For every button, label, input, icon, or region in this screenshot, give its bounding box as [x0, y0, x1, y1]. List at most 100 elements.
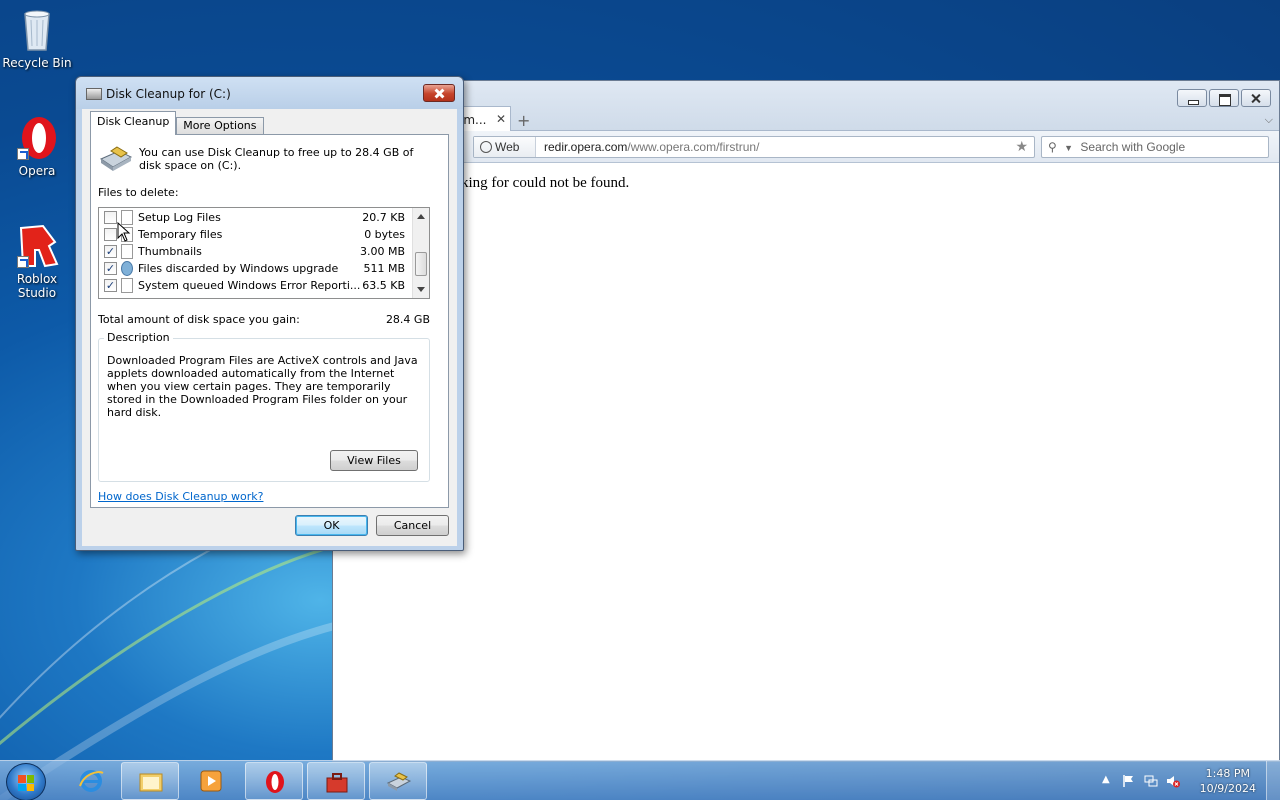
taskbar-item-disk-cleanup[interactable] — [369, 762, 427, 800]
total-space-label: Total amount of disk space you gain: — [98, 313, 300, 326]
web-badge-label: Web — [495, 140, 520, 154]
desktop-icon-recycle-bin[interactable]: Recycle Bin — [1, 6, 73, 70]
file-checkbox[interactable]: ✓ — [104, 245, 117, 258]
file-checkbox[interactable]: ✓ — [104, 279, 117, 292]
bookmark-star-icon[interactable]: ★ — [1015, 138, 1028, 155]
search-field[interactable]: ⚲ ▼ Search with Google — [1041, 136, 1269, 158]
web-badge[interactable]: Web — [474, 137, 536, 157]
shortcut-arrow-icon — [17, 256, 29, 268]
system-clock[interactable]: 1:48 PM 10/9/2024 — [1200, 766, 1256, 796]
roblox-studio-icon — [13, 222, 61, 270]
dialog-body: Disk Cleanup More Options You can use Di… — [82, 109, 457, 546]
desktop-icon-roblox-studio[interactable]: Roblox Studio — [1, 222, 73, 300]
file-name: Temporary files — [138, 228, 223, 241]
taskbar-item-media-player[interactable] — [182, 762, 240, 800]
media-player-icon — [200, 770, 222, 792]
file-name: Setup Log Files — [138, 211, 221, 224]
file-name: System queued Windows Error Reporti... — [138, 279, 361, 292]
tab-close-icon[interactable]: ✕ — [496, 112, 506, 126]
file-row[interactable]: ✓ Files discarded by Windows upgrade 511… — [99, 260, 413, 277]
clock-time: 1:48 PM — [1205, 767, 1250, 780]
url-domain: redir.opera.com — [544, 140, 628, 154]
windows-explorer-icon — [139, 773, 163, 792]
file-icon — [121, 278, 133, 293]
dialog-title: Disk Cleanup for (C:) — [106, 87, 231, 101]
description-legend: Description — [104, 331, 173, 344]
description-group: Description Downloaded Program Files are… — [98, 331, 430, 482]
file-row[interactable]: ✓ Thumbnails 3.00 MB — [99, 243, 413, 260]
windows-logo-icon — [18, 775, 34, 791]
taskbar-item-opera[interactable] — [245, 762, 303, 800]
volume-muted-icon[interactable] — [1166, 774, 1180, 788]
new-tab-button[interactable]: + — [517, 111, 530, 130]
tab-disk-cleanup[interactable]: Disk Cleanup — [90, 111, 177, 135]
dialog-close-button[interactable] — [423, 84, 455, 102]
file-row[interactable]: Setup Log Files 20.7 KB — [99, 209, 413, 226]
start-button[interactable] — [6, 763, 46, 800]
action-center-flag-icon[interactable] — [1122, 774, 1136, 788]
globe-icon — [480, 141, 492, 153]
file-row[interactable]: ✓ System queued Windows Error Reporti...… — [99, 277, 413, 294]
file-checkbox[interactable] — [104, 211, 117, 224]
file-row[interactable]: Temporary files 0 bytes — [99, 226, 413, 243]
dialog-titlebar[interactable]: Disk Cleanup for (C:) — [76, 77, 463, 109]
file-list-scrollbar[interactable] — [412, 208, 429, 298]
taskbar: ▲ 1:48 PM 10/9/2024 — [0, 760, 1280, 800]
address-field[interactable]: Web redir.opera.com/www.opera.com/firstr… — [473, 136, 1035, 158]
maximize-button[interactable] — [1209, 89, 1239, 107]
file-size: 511 MB — [363, 262, 405, 275]
taskbar-item-windows-explorer[interactable] — [121, 762, 179, 800]
disk-cleanup-icon — [386, 772, 412, 791]
file-icon — [121, 244, 133, 259]
taskbar-item-internet-explorer[interactable] — [62, 762, 120, 800]
recycle-bin-icon — [13, 6, 61, 54]
disk-cleanup-dialog[interactable]: Disk Cleanup for (C:) Disk Cleanup More … — [75, 76, 464, 551]
search-engine-chevron-icon[interactable]: ▼ — [1064, 143, 1073, 153]
url-path: /www.opera.com/firstrun/ — [627, 140, 760, 154]
show-desktop-button[interactable] — [1266, 761, 1280, 800]
file-checkbox[interactable]: ✓ — [104, 262, 117, 275]
file-size: 63.5 KB — [362, 279, 405, 292]
scroll-down-icon[interactable] — [417, 287, 425, 292]
file-name: Thumbnails — [138, 245, 202, 258]
ok-button[interactable]: OK — [295, 515, 368, 536]
disk-cleanup-panel: You can use Disk Cleanup to free up to 2… — [90, 134, 449, 508]
close-button[interactable] — [1241, 89, 1271, 107]
desktop-icon-label: Roblox Studio — [16, 272, 58, 300]
toolbox-icon — [326, 773, 348, 793]
file-size: 20.7 KB — [362, 211, 405, 224]
tab-more-options[interactable]: More Options — [176, 117, 264, 135]
total-space-value: 28.4 GB — [385, 313, 430, 326]
cancel-button[interactable]: Cancel — [376, 515, 449, 536]
clock-date: 10/9/2024 — [1199, 782, 1256, 795]
disk-cleanup-icon — [99, 145, 133, 171]
view-files-button[interactable]: View Files — [330, 450, 418, 471]
desktop-icon-opera[interactable]: Opera — [1, 114, 73, 178]
minimize-button[interactable] — [1177, 89, 1207, 107]
search-placeholder: Search with Google — [1080, 140, 1186, 154]
network-icon[interactable] — [1144, 774, 1158, 788]
opera-icon — [266, 771, 284, 793]
files-to-delete-label: Files to delete: — [98, 186, 179, 199]
scroll-up-icon[interactable] — [417, 214, 425, 219]
file-checkbox[interactable] — [104, 228, 117, 241]
internet-explorer-icon — [79, 770, 104, 792]
show-hidden-icons-chevron-icon[interactable]: ▲ — [1102, 774, 1116, 788]
browser-titlebar[interactable]: om... ✕ + ⌵ — [333, 81, 1279, 132]
disk-cleanup-icon — [86, 88, 102, 100]
shortcut-arrow-icon — [17, 148, 29, 160]
files-list[interactable]: Setup Log Files 20.7 KB Temporary files … — [98, 207, 430, 299]
help-link[interactable]: How does Disk Cleanup work? — [98, 490, 263, 503]
tab-list-chevron-icon[interactable]: ⌵ — [1265, 113, 1273, 127]
taskbar-item-toolbox[interactable] — [307, 762, 365, 800]
desktop-icon-label: Recycle Bin — [2, 56, 72, 70]
address-toolbar: Web redir.opera.com/www.opera.com/firstr… — [333, 131, 1279, 163]
file-name: Files discarded by Windows upgrade — [138, 262, 339, 275]
search-icon: ⚲ — [1048, 140, 1057, 154]
notification-area: ▲ 1:48 PM 10/9/2024 — [1090, 761, 1280, 800]
page-error-message: king for could not be found. — [461, 175, 630, 191]
desktop-icon-label: Opera — [18, 164, 56, 178]
scroll-thumb[interactable] — [415, 252, 427, 276]
dialog-tabs: Disk Cleanup More Options — [90, 111, 264, 135]
opera-browser-window[interactable]: om... ✕ + ⌵ Web redir.opera.com/www.oper… — [332, 80, 1280, 762]
